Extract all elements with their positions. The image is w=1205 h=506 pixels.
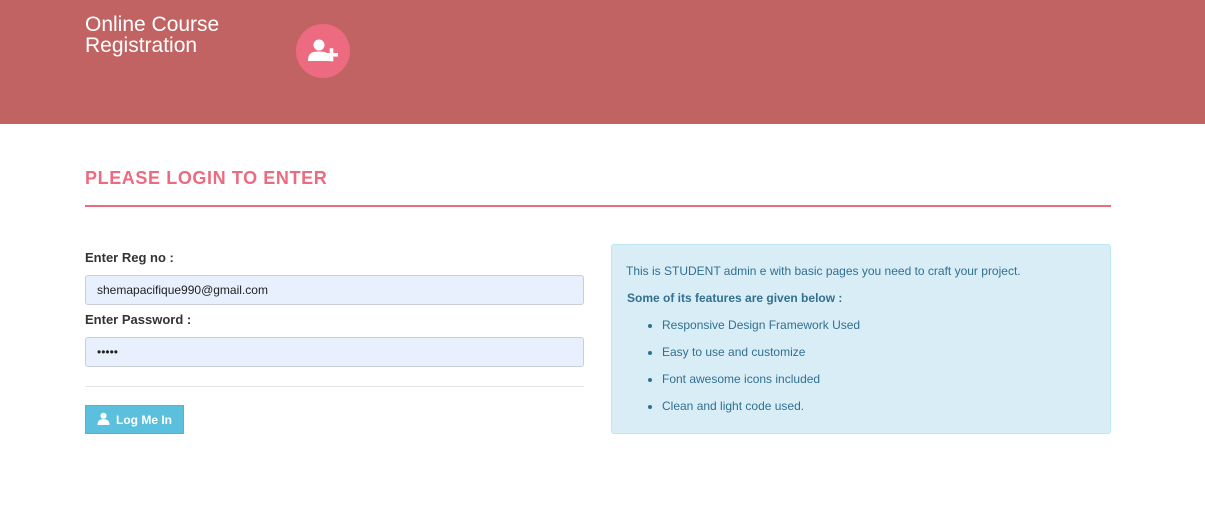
user-icon [97, 412, 110, 428]
feature-item: Responsive Design Framework Used [662, 317, 860, 344]
form-divider [85, 386, 584, 387]
site-header: Online Course Registration [0, 0, 1205, 124]
login-button[interactable]: Log Me In [85, 405, 184, 434]
info-intro: This is STUDENT admin e with basic pages… [626, 264, 1021, 278]
login-button-label: Log Me In [116, 412, 172, 427]
brand-line-2: Registration [85, 34, 198, 57]
info-panel: This is STUDENT admin e with basic pages… [611, 244, 1111, 434]
page-title: PLEASE LOGIN TO ENTER [85, 168, 328, 188]
info-subtitle: Some of its features are given below : [627, 291, 843, 305]
brand-line-1: Online Course [85, 13, 220, 36]
feature-item: Easy to use and customize [662, 344, 860, 371]
feature-item: Font awesome icons included [662, 371, 860, 398]
regno-label: Enter Reg no : [85, 250, 174, 265]
password-input[interactable] [85, 337, 584, 367]
feature-list: Responsive Design Framework Used Easy to… [648, 317, 860, 425]
feature-item: Clean and light code used. [662, 398, 860, 425]
title-divider [85, 205, 1111, 207]
regno-input[interactable] [85, 275, 584, 305]
password-label: Enter Password : [85, 312, 192, 327]
user-plus-icon [296, 24, 350, 78]
site-brand[interactable]: Online Course Registration [85, 14, 285, 56]
